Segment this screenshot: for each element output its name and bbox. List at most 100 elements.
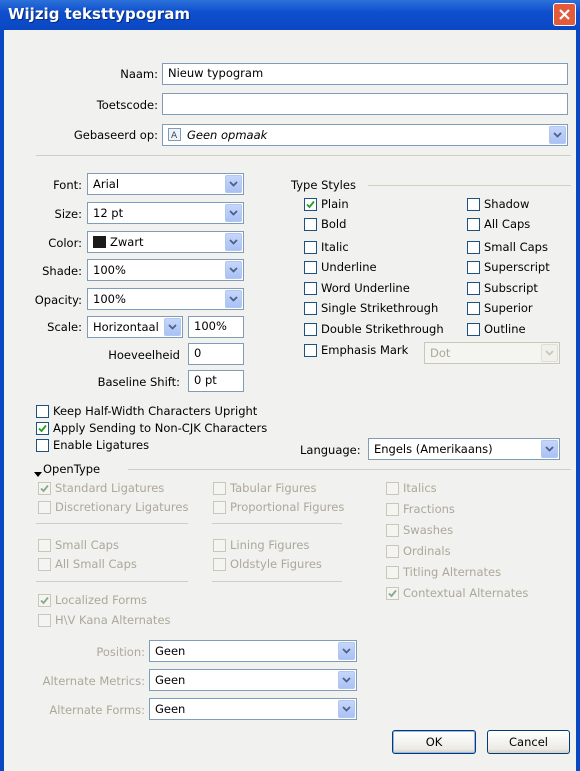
- checkbox-box[interactable]: [304, 198, 317, 211]
- checkbox-box[interactable]: [304, 218, 317, 231]
- shortcut-field[interactable]: [162, 93, 568, 115]
- name-label: Naam:: [120, 67, 158, 81]
- checkbox-box[interactable]: [386, 482, 399, 495]
- ok-button[interactable]: OK: [392, 730, 476, 754]
- checkbox-label: Emphasis Mark: [321, 343, 409, 357]
- color-label: Color:: [48, 236, 82, 250]
- checkbox-label: Shadow: [484, 197, 530, 211]
- opentype-divider: [128, 469, 571, 470]
- opentype-heading: OpenType: [43, 462, 101, 476]
- checkbox-box[interactable]: [213, 482, 226, 495]
- checkbox-box[interactable]: [213, 539, 226, 552]
- checkbox-label: Ordinals: [403, 544, 451, 558]
- checkbox-box[interactable]: [304, 241, 317, 254]
- scale-mode-dropdown[interactable]: Horizontaal: [87, 316, 183, 338]
- chevron-down-icon[interactable]: [225, 290, 242, 308]
- checkmark-icon: [388, 589, 397, 598]
- checkbox-box[interactable]: [467, 323, 480, 336]
- chevron-down-icon[interactable]: [164, 318, 181, 336]
- window-border-right: [576, 30, 580, 771]
- checkbox-label: Lining Figures: [230, 538, 310, 552]
- amount-field[interactable]: 0: [188, 343, 244, 365]
- checkbox-box[interactable]: [386, 545, 399, 558]
- chevron-down-icon[interactable]: [541, 440, 558, 458]
- checkbox-label: Small Caps: [55, 538, 119, 552]
- opentype-disclosure-icon[interactable]: [34, 467, 42, 481]
- chevron-down-icon[interactable]: [338, 642, 355, 660]
- color-swatch: [93, 236, 106, 248]
- checkbox-box[interactable]: [386, 524, 399, 537]
- checkbox-label: Italic: [321, 240, 349, 254]
- svg-text:A: A: [171, 131, 178, 140]
- checkbox-box[interactable]: [467, 282, 480, 295]
- opentype-col2-divider: [212, 523, 342, 524]
- checkbox-box[interactable]: [38, 558, 51, 571]
- close-button[interactable]: [553, 3, 576, 26]
- checkbox-label: Outline: [484, 322, 526, 336]
- amount-label: Hoeveelheid: [108, 348, 180, 362]
- checkbox-label: Italics: [403, 481, 437, 495]
- alternate-forms-dropdown[interactable]: Geen: [149, 698, 357, 720]
- shade-dropdown[interactable]: 100%: [87, 259, 244, 281]
- checkbox-box[interactable]: [38, 539, 51, 552]
- font-dropdown[interactable]: Arial: [87, 173, 244, 195]
- chevron-down-icon[interactable]: [338, 671, 355, 689]
- checkbox-label: Localized Forms: [55, 593, 148, 607]
- checkbox-box[interactable]: [467, 241, 480, 254]
- color-dropdown[interactable]: Zwart: [87, 231, 244, 253]
- checkbox-box[interactable]: [467, 198, 480, 211]
- checkbox-label: Bold: [321, 217, 347, 231]
- checkbox-box[interactable]: [304, 302, 317, 315]
- shortcut-label: Toetscode:: [96, 98, 158, 112]
- baseline-shift-field[interactable]: 0 pt: [188, 370, 244, 392]
- chevron-down-icon[interactable]: [541, 344, 558, 362]
- checkbox-box[interactable]: [386, 503, 399, 516]
- checkbox-box[interactable]: [467, 261, 480, 274]
- chevron-down-icon[interactable]: [225, 233, 242, 251]
- based-on-dropdown[interactable]: A Geen opmaak: [162, 124, 568, 146]
- name-field[interactable]: Nieuw typogram: [162, 63, 568, 85]
- checkbox-label: Oldstyle Figures: [230, 557, 322, 571]
- scale-field[interactable]: 100%: [188, 316, 244, 338]
- checkbox-box[interactable]: [304, 344, 317, 357]
- checkmark-icon: [40, 596, 49, 605]
- opacity-dropdown[interactable]: 100%: [87, 288, 244, 310]
- cancel-button[interactable]: Cancel: [487, 730, 570, 754]
- checkbox-box[interactable]: [38, 482, 51, 495]
- checkbox-box[interactable]: [304, 261, 317, 274]
- baseline-shift-label: Baseline Shift:: [97, 375, 180, 389]
- checkbox-box[interactable]: [38, 501, 51, 514]
- opentype-col1-divider-2: [36, 581, 188, 582]
- checkbox-box[interactable]: [467, 218, 480, 231]
- checkbox-label: Fractions: [403, 502, 455, 516]
- checkbox-box[interactable]: [467, 302, 480, 315]
- checkbox-box[interactable]: [38, 594, 51, 607]
- checkbox-box[interactable]: [386, 566, 399, 579]
- checkbox-box[interactable]: [213, 501, 226, 514]
- opentype-col1-divider: [36, 523, 188, 524]
- chevron-down-icon[interactable]: [225, 204, 242, 222]
- checkbox-box[interactable]: [36, 405, 49, 418]
- position-dropdown[interactable]: Geen: [149, 640, 357, 662]
- checkbox-box[interactable]: [213, 558, 226, 571]
- chevron-down-icon[interactable]: [549, 126, 566, 144]
- checkbox-box[interactable]: [304, 323, 317, 336]
- chevron-down-icon[interactable]: [225, 175, 242, 193]
- opacity-label: Opacity:: [34, 293, 82, 307]
- chevron-down-icon[interactable]: [225, 261, 242, 279]
- alternate-metrics-dropdown[interactable]: Geen: [149, 669, 357, 691]
- checkbox-label: Apply Sending to Non-CJK Characters: [53, 421, 268, 435]
- checkbox-box[interactable]: [386, 587, 399, 600]
- checkbox-label: All Caps: [484, 217, 531, 231]
- chevron-down-icon[interactable]: [338, 700, 355, 718]
- checkbox-label: Tabular Figures: [230, 481, 317, 495]
- position-label: Position:: [96, 645, 145, 659]
- type-styles-heading: Type Styles: [291, 178, 356, 192]
- language-dropdown[interactable]: Engels (Amerikaans): [368, 438, 560, 460]
- emphasis-mark-dropdown[interactable]: Dot: [424, 342, 560, 364]
- checkbox-box[interactable]: [36, 439, 49, 452]
- size-dropdown[interactable]: 12 pt: [87, 202, 244, 224]
- checkbox-box[interactable]: [38, 614, 51, 627]
- checkbox-box[interactable]: [36, 422, 49, 435]
- checkbox-box[interactable]: [304, 282, 317, 295]
